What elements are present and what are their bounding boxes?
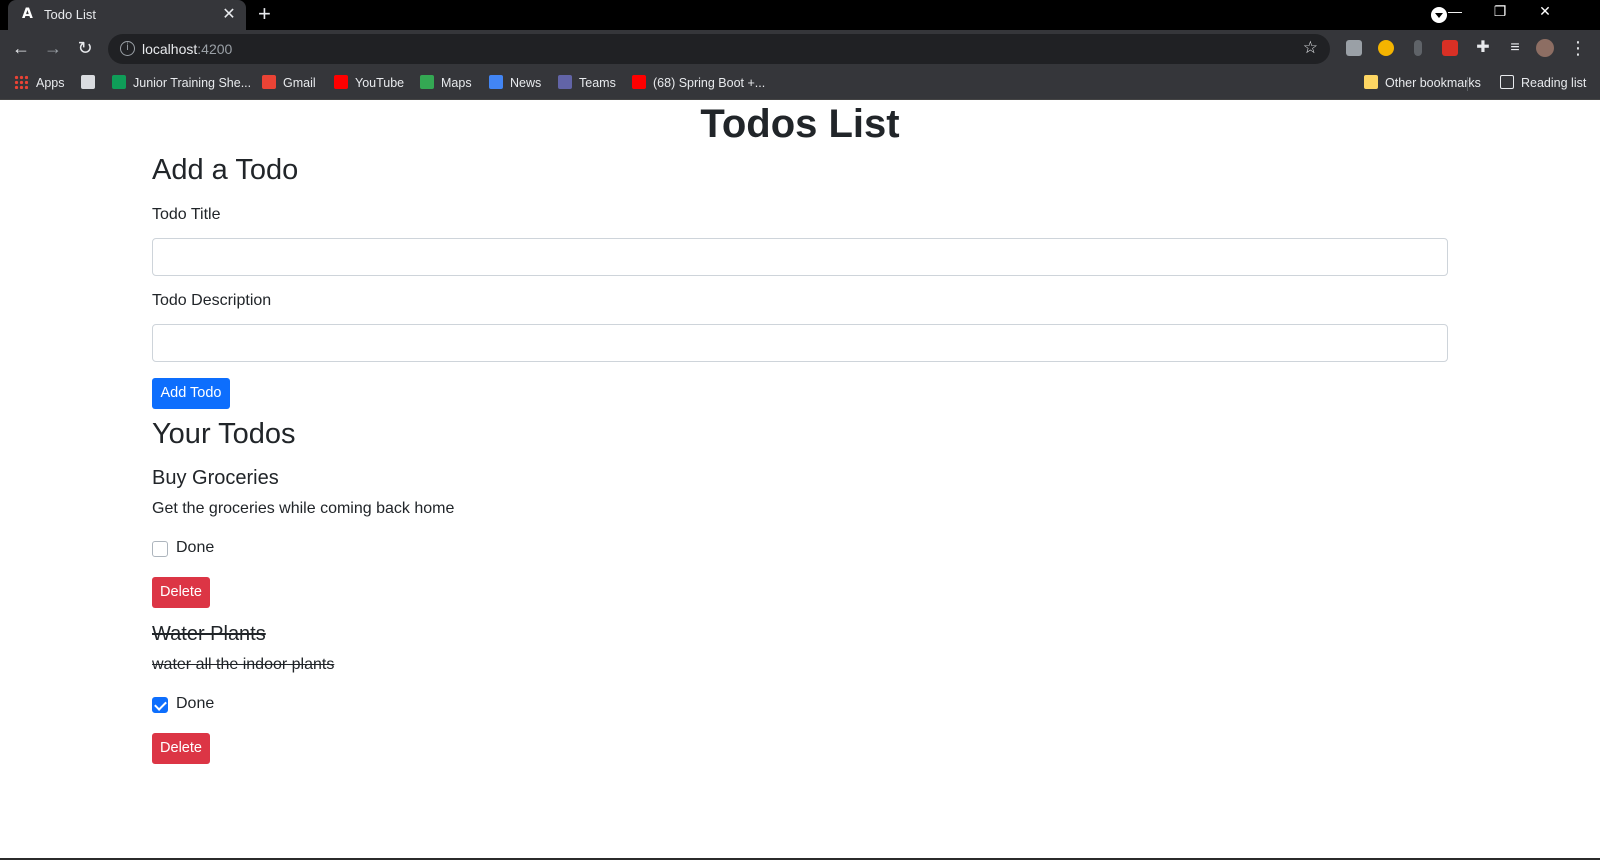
maps-icon <box>420 75 434 89</box>
extension-icon-3[interactable] <box>1414 40 1422 56</box>
done-label: Done <box>176 539 215 556</box>
media-control-icon[interactable]: ≡ <box>1504 38 1526 58</box>
bookmark-youtube[interactable]: YouTube <box>334 75 404 93</box>
bookmark-maps[interactable]: Maps <box>420 75 472 93</box>
restore-window-icon[interactable]: ❐ <box>1488 3 1512 20</box>
your-todos-heading: Your Todos <box>152 418 296 450</box>
bookmark-search[interactable] <box>81 75 102 93</box>
chrome-menu-icon[interactable]: ⋮ <box>1567 38 1589 58</box>
todo-description-input[interactable] <box>152 324 1448 362</box>
browser-tab-active[interactable]: A Todo List ✕ <box>8 0 246 30</box>
bookmark-gmail[interactable]: Gmail <box>262 75 316 93</box>
address-bar[interactable]: i localhost:4200 ☆ <box>108 34 1330 64</box>
todo-description-label: Todo Description <box>152 292 272 309</box>
teams-icon <box>558 75 572 89</box>
forward-icon[interactable]: → <box>42 38 64 58</box>
done-label: Done <box>176 695 215 712</box>
reading-list-icon <box>1500 75 1514 89</box>
bookmark-label: Teams <box>579 76 616 90</box>
add-todo-heading: Add a Todo <box>152 154 299 186</box>
bookmark-label: News <box>510 76 542 90</box>
tab-title: Todo List <box>44 7 97 22</box>
bookmark-star-icon[interactable]: ☆ <box>1303 38 1318 58</box>
close-window-icon[interactable]: ✕ <box>1533 3 1557 20</box>
folder-icon <box>1364 75 1378 89</box>
reading-list-label: Reading list <box>1521 76 1587 90</box>
other-bookmarks[interactable]: Other bookmarks <box>1364 75 1481 93</box>
page-viewport: Todos List Add a Todo Todo Title Todo De… <box>0 100 1600 860</box>
reading-list[interactable]: Reading list <box>1500 75 1586 93</box>
todo-description: Get the groceries while coming back home <box>152 500 455 517</box>
extension-icon-2[interactable] <box>1378 40 1394 56</box>
bookmark-label: (68) Spring Boot +... <box>653 76 766 90</box>
done-checkbox-checked[interactable] <box>152 697 168 713</box>
add-todo-button[interactable]: Add Todo <box>152 378 230 409</box>
angular-favicon-icon: A <box>22 6 33 22</box>
extensions-puzzle-icon[interactable]: ✚ <box>1472 38 1494 58</box>
back-icon[interactable]: ← <box>10 38 32 58</box>
browser-titlebar: A Todo List ✕ + — ❐ ✕ <box>0 0 1600 30</box>
search-bookmark-icon <box>81 75 95 89</box>
profile-avatar[interactable] <box>1536 39 1554 57</box>
bookmark-label: YouTube <box>355 76 405 90</box>
close-tab-icon[interactable]: ✕ <box>220 4 238 24</box>
extension-icon-4[interactable] <box>1442 40 1458 56</box>
bookmark-label: Maps <box>441 76 472 90</box>
reload-icon[interactable]: ↻ <box>74 38 96 58</box>
bookmark-junior-training[interactable]: Junior Training She... <box>112 75 251 93</box>
bookmarks-divider <box>1467 77 1468 91</box>
bookmark-label: Junior Training She... <box>133 76 252 90</box>
bookmark-spring-boot[interactable]: (68) Spring Boot +... <box>632 75 765 93</box>
apps-grid-icon <box>14 75 28 89</box>
todo-title: Water Plants <box>152 623 266 645</box>
todo-description: water all the indoor plants <box>152 656 335 673</box>
bookmark-teams[interactable]: Teams <box>558 75 616 93</box>
new-tab-icon[interactable]: + <box>258 2 271 26</box>
url-port: :4200 <box>197 41 233 57</box>
site-info-icon[interactable]: i <box>120 41 135 56</box>
page-title: Todos List <box>700 102 900 146</box>
gmail-icon <box>262 75 276 89</box>
extension-icon-1[interactable] <box>1346 40 1362 56</box>
done-checkbox[interactable] <box>152 541 168 557</box>
bookmark-label: Apps <box>36 76 65 90</box>
delete-todo-button[interactable]: Delete <box>152 733 210 764</box>
sheets-icon <box>112 75 126 89</box>
url-text: localhost:4200 <box>142 41 232 57</box>
bookmarks-bar: Apps Junior Training She... Gmail YouTub… <box>0 68 1600 100</box>
youtube-icon <box>334 75 348 89</box>
todo-title-label: Todo Title <box>152 206 221 223</box>
delete-todo-button[interactable]: Delete <box>152 577 210 608</box>
minimize-window-icon[interactable]: — <box>1443 3 1467 19</box>
browser-toolbar: ← → ↻ i localhost:4200 ☆ ✚ ≡ ⋮ <box>0 30 1600 68</box>
todo-title-input[interactable] <box>152 238 1448 276</box>
bookmark-apps[interactable]: Apps <box>14 75 65 93</box>
bookmark-label: Gmail <box>283 76 316 90</box>
url-host: localhost <box>142 41 198 57</box>
news-icon <box>489 75 503 89</box>
bookmark-news[interactable]: News <box>489 75 541 93</box>
todo-title: Buy Groceries <box>152 467 279 489</box>
youtube-icon <box>632 75 646 89</box>
